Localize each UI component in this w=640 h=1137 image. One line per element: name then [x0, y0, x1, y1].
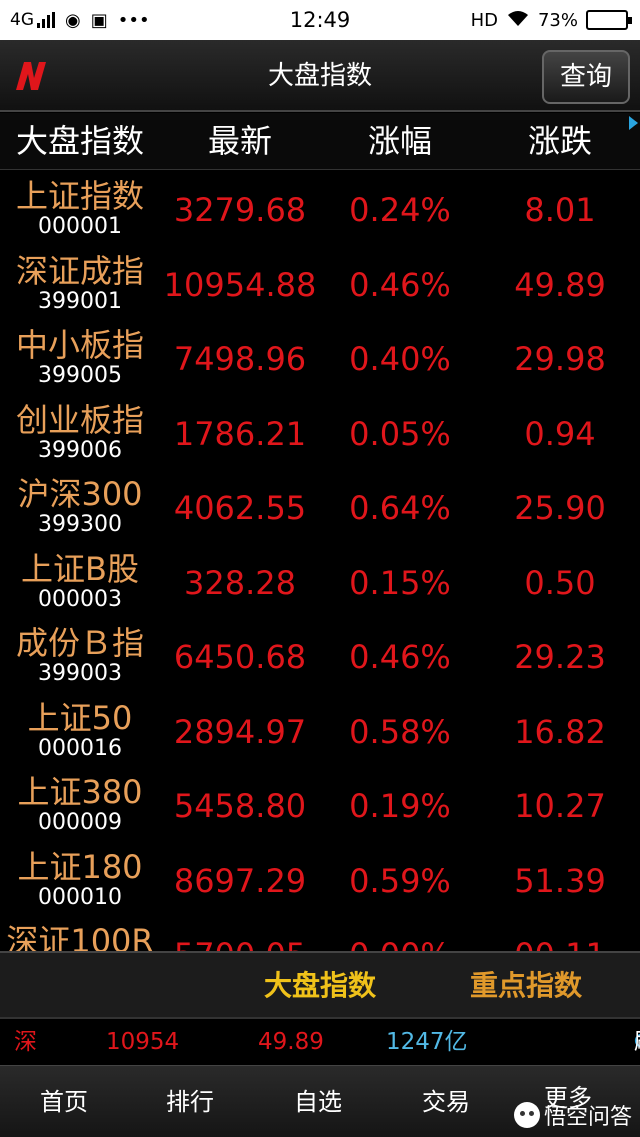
table-row[interactable]: 深证100R5700.050.00%00.11 — [0, 916, 640, 951]
table-row[interactable]: 深证成指 399001 10954.88 0.46% 49.89 — [0, 246, 640, 321]
tab-key-index[interactable]: 重点指数 — [446, 953, 606, 1019]
table-row[interactable]: 创业板指 399006 1786.21 0.05% 0.94 — [0, 395, 640, 470]
header-latest[interactable]: 最新 — [160, 113, 320, 170]
change-percent: 0.19% — [349, 787, 451, 825]
index-code: 399005 — [38, 363, 122, 388]
latest-value: 3279.68 — [173, 191, 307, 229]
table-row[interactable]: 上证50 000016 2894.97 0.58% 16.82 — [0, 693, 640, 768]
ticker-price: 10954 — [106, 1029, 180, 1055]
change-percent: 0.00% — [320, 916, 480, 951]
change-value: 16.82 — [514, 712, 606, 751]
index-name: 上证50 — [27, 698, 133, 737]
change-percent: 0.05% — [349, 414, 451, 453]
latest-value: 4062.55 — [173, 489, 307, 527]
nav-ranking[interactable]: 排行 — [126, 1066, 254, 1137]
latest-value: 2894.97 — [173, 712, 307, 751]
table-row[interactable]: 成份Ｂ指 399003 6450.68 0.46% 29.23 — [0, 618, 640, 693]
table-row[interactable]: 中小板指 399005 7498.96 0.40% 29.98 — [0, 320, 640, 395]
header-change-percent[interactable]: 涨幅 — [320, 113, 480, 170]
index-name: 深证100R — [6, 922, 154, 951]
change-percent: 0.15% — [349, 563, 451, 602]
latest-value: 5700.05 — [160, 916, 320, 951]
change-percent: 0.59% — [349, 861, 451, 900]
change-value: 51.39 — [514, 861, 606, 900]
index-code: 000003 — [38, 586, 122, 612]
watermark: 悟空问答 — [513, 1098, 632, 1132]
table-row[interactable]: 上证指数 000001 3279.68 0.24% 8.01 — [0, 171, 640, 246]
ticker-volume: 1247亿 — [386, 1029, 468, 1055]
table-row[interactable]: 沪深300 399300 4062.55 0.64% 25.90 — [0, 469, 640, 544]
change-percent: 0.64% — [349, 489, 451, 527]
index-code: 000009 — [38, 810, 122, 835]
index-list: 上证指数 000001 3279.68 0.24% 8.01 深证成指 399001 1095… — [0, 171, 640, 951]
change-value: 25.90 — [514, 489, 606, 527]
change-value: 0.94 — [524, 414, 596, 453]
change-value: 29.98 — [514, 340, 606, 378]
latest-value: 6450.68 — [173, 638, 307, 676]
change-percent: 0.24% — [349, 191, 451, 229]
index-name: 上证380 — [17, 773, 143, 811]
latest-value: 7498.96 — [173, 340, 307, 378]
index-name: 上证指数 — [15, 177, 144, 215]
table-row[interactable]: 上证380 000009 5458.80 0.19% 10.27 — [0, 767, 640, 842]
battery-icon — [586, 10, 632, 30]
index-code: 399300 — [38, 512, 122, 537]
market-ticker: 深 10954 49.89 1247亿 ⟳ 刷新 — [0, 1019, 640, 1101]
index-code: 000016 — [38, 735, 122, 761]
index-name: 深证成指 — [15, 251, 144, 290]
ticker-market: 深 — [14, 1029, 37, 1055]
index-name: 成份Ｂ指 — [15, 624, 144, 662]
query-button[interactable]: 查询 — [542, 50, 630, 104]
nav-home[interactable]: 首页 — [0, 1066, 128, 1137]
index-code: 399003 — [38, 661, 122, 686]
tab-market-index[interactable]: 大盘指数 — [240, 953, 400, 1019]
change-value: 10.27 — [514, 787, 606, 825]
latest-value: 328.28 — [184, 563, 296, 602]
change-value: 29.23 — [514, 638, 606, 676]
change-value: 0.50 — [524, 563, 596, 602]
nav-watchlist[interactable]: 自选 — [254, 1066, 382, 1137]
latest-value: 5458.80 — [173, 787, 307, 825]
index-name: 中小板指 — [15, 326, 144, 364]
status-right: HD 73% — [470, 0, 632, 40]
watermark-logo-icon — [513, 1102, 540, 1128]
index-tab-strip: 大盘指数 重点指数 — [0, 951, 640, 1019]
change-value: 49.89 — [514, 265, 606, 304]
index-name: 上证B股 — [21, 549, 139, 588]
change-percent: 0.40% — [349, 340, 451, 378]
watermark-text: 悟空问答 — [543, 1105, 632, 1130]
index-code: 399006 — [38, 437, 122, 463]
latest-value: 1786.21 — [173, 414, 307, 453]
index-code: 000001 — [38, 214, 122, 239]
index-code: 000010 — [38, 884, 122, 910]
status-bar: 4G ◉ ▣ ••• 12:49 HD 73% — [0, 0, 640, 40]
ticker-change: 49.89 — [258, 1029, 324, 1055]
nav-trade[interactable]: 交易 — [382, 1066, 510, 1137]
table-header: 大盘指数 最新 涨幅 涨跌 — [0, 113, 640, 170]
index-code: 399001 — [38, 288, 122, 314]
change-value: 8.01 — [524, 191, 596, 229]
header-index-name[interactable]: 大盘指数 — [0, 113, 160, 170]
change-percent: 0.58% — [349, 712, 451, 751]
hd-indicator: HD — [470, 9, 498, 31]
scroll-right-indicator-icon — [629, 116, 638, 130]
latest-value: 8697.29 — [173, 861, 307, 900]
index-name: 上证180 — [17, 847, 143, 886]
latest-value: 10954.88 — [163, 265, 317, 304]
title-bar: 大盘指数 查询 — [0, 40, 640, 112]
table-row[interactable]: 上证B股 000003 328.28 0.15% 0.50 — [0, 544, 640, 619]
index-name: 沪深300 — [17, 475, 143, 513]
change-percent: 0.46% — [349, 638, 451, 676]
change-percent: 0.46% — [349, 265, 451, 304]
battery-percent: 73% — [537, 9, 578, 31]
index-name: 创业板指 — [15, 400, 144, 439]
change-value: 00.11 — [480, 916, 640, 951]
table-row[interactable]: 上证180 000010 8697.29 0.59% 51.39 — [0, 842, 640, 917]
header-change[interactable]: 涨跌 — [480, 113, 640, 170]
wifi-icon — [506, 9, 530, 32]
